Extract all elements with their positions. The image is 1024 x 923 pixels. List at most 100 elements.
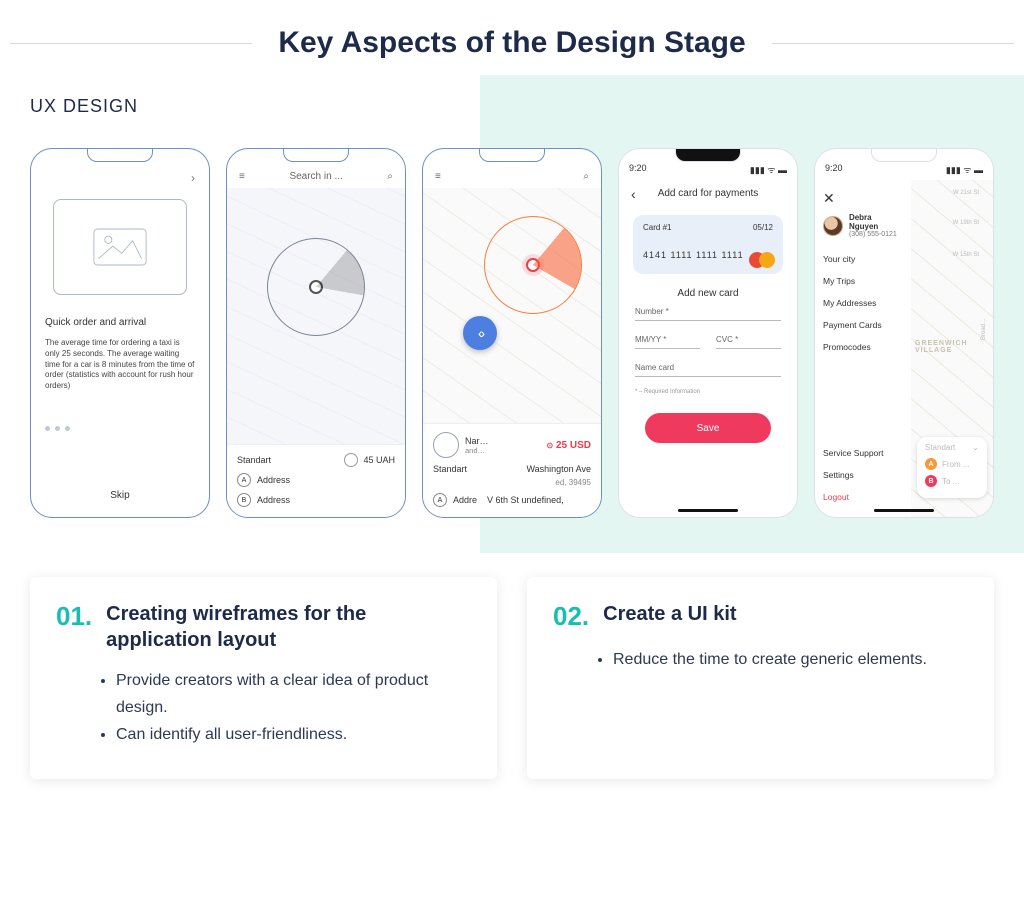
- key-aspects-list: 01. Creating wireframes for the applicat…: [0, 533, 1024, 779]
- marker-a-icon: A: [237, 473, 251, 487]
- menu-my-trips[interactable]: My Trips: [823, 276, 903, 286]
- ride-tier: Standart: [925, 443, 955, 452]
- map-area[interactable]: W 21st St W 19th St W 15th St Broad… GRE…: [911, 180, 993, 518]
- pin-icon: [309, 280, 323, 294]
- aspect-title: Create a UI kit: [603, 601, 736, 627]
- image-placeholder: [53, 199, 187, 295]
- saved-card[interactable]: Card #1 05/12 4141 1111 1111 1111: [633, 215, 783, 274]
- required-hint: * – Required Information: [635, 389, 781, 395]
- phone-notch: [675, 148, 741, 162]
- card-mmyy-input[interactable]: MM/YY *: [635, 333, 700, 349]
- aspect-number: 02.: [553, 601, 589, 632]
- ride-type-card: Standart 45 UAH A Address B Address: [227, 444, 405, 517]
- driver-name: Nar…: [465, 436, 489, 446]
- pager-dots[interactable]: [45, 426, 195, 431]
- screen-title: Add card for payments: [658, 188, 759, 199]
- chevron-down-icon[interactable]: ⌄: [972, 443, 979, 452]
- menu-logout[interactable]: Logout: [823, 492, 903, 502]
- search-icon[interactable]: ⌕: [583, 171, 589, 182]
- marker-b-icon: B: [925, 475, 937, 487]
- card-name: Card #1: [643, 223, 671, 232]
- menu-support[interactable]: Service Support: [823, 448, 903, 458]
- back-icon[interactable]: ‹: [631, 186, 636, 202]
- map-area[interactable]: [423, 188, 601, 423]
- map-area[interactable]: [227, 188, 405, 444]
- mountain-icon: [93, 228, 147, 266]
- car-icon: [344, 453, 358, 467]
- menu-settings[interactable]: Settings: [823, 470, 903, 480]
- title-rule-right: [772, 43, 1014, 44]
- user-profile[interactable]: Debra Nguyen (308) 555-0121: [823, 213, 903, 238]
- screen-title-bar: ‹ Add card for payments: [619, 180, 797, 209]
- aspect-number: 01.: [56, 601, 92, 632]
- add-new-card-heading: Add new card: [619, 288, 797, 299]
- phone-onboarding-wireframe: › Quick order and arrival The average ti…: [30, 148, 210, 518]
- phone-map-wireframe: ≡ Search in ... ⌕ Standart 45 UAH: [226, 148, 406, 518]
- dropoff-address: Address: [257, 495, 290, 505]
- phone-map-colored: ≡ ⌕ Nar… and…: [422, 148, 602, 518]
- ride-tier-label: Standart: [237, 455, 271, 465]
- pickup-address-row[interactable]: A Addre V 6th St undefined,: [433, 493, 591, 507]
- street-label: W 21st St: [953, 190, 979, 196]
- title-rule-left: [10, 43, 252, 44]
- card-number-input[interactable]: Number *: [635, 305, 781, 321]
- address-line-2: ed, 39495: [433, 478, 591, 487]
- card-name-input[interactable]: Name card: [635, 361, 781, 377]
- save-button[interactable]: Save: [645, 413, 771, 443]
- driver-subtitle: and…: [465, 446, 489, 455]
- card-expiry: 05/12: [753, 223, 773, 232]
- menu-promocodes[interactable]: Promocodes: [823, 342, 903, 352]
- clock: 9:20: [825, 163, 843, 176]
- comparison-slider-handle[interactable]: ‹ ›: [463, 316, 497, 350]
- street-label: W 19th St: [953, 220, 979, 226]
- user-phone: (308) 555-0121: [849, 231, 903, 238]
- home-indicator: [678, 509, 738, 512]
- menu-icon[interactable]: ≡: [239, 171, 245, 182]
- search-icon[interactable]: ⌕: [387, 171, 393, 182]
- radar-circle: [484, 216, 582, 314]
- menu-icon[interactable]: ≡: [435, 171, 441, 182]
- user-avatar-icon: [823, 216, 843, 236]
- driver-avatar-icon: [433, 432, 459, 458]
- pickup-address: Address: [257, 475, 290, 485]
- phone-profile-ui: 9:20 ▮▮▮ ᯤ ▬ ✕ Debra Nguyen (308) 555-01…: [814, 148, 994, 518]
- ride-price: 45 UAH: [363, 455, 395, 465]
- phone-add-card-ui: 9:20 ▮▮▮ ᯤ ▬ ‹ Add card for payments Car…: [618, 148, 798, 518]
- mastercard-icon: [749, 252, 775, 268]
- district-label: GREENWICH VILLAGE: [915, 340, 993, 354]
- dropoff-address-row[interactable]: B Address: [237, 493, 395, 507]
- aspect-card-2: 02. Create a UI kit Reduce the time to c…: [527, 577, 994, 779]
- aspect-bullet: Reduce the time to create generic elemen…: [613, 646, 968, 673]
- address-line-1: Washington Ave: [526, 464, 591, 474]
- radar-circle: [267, 238, 365, 336]
- menu-payment-cards[interactable]: Payment Cards: [823, 320, 903, 330]
- search-placeholder: Search in ...: [253, 171, 380, 182]
- user-name: Debra Nguyen: [849, 213, 903, 231]
- phone-notch: [871, 148, 937, 162]
- ride-price-usd: ⊙ 25 USD: [547, 440, 592, 451]
- street-label: W 15th St: [953, 252, 979, 258]
- aspect-title: Creating wireframes for the application …: [106, 601, 471, 653]
- card-cvc-input[interactable]: CVC *: [716, 333, 781, 349]
- next-chevron-icon[interactable]: ›: [191, 171, 195, 185]
- status-icons: ▮▮▮ ᯤ ▬: [750, 163, 787, 176]
- from-label: From ...: [942, 460, 970, 469]
- ux-design-label: UX DESIGN: [30, 96, 138, 117]
- onboarding-heading: Quick order and arrival: [45, 317, 195, 328]
- aspect-bullet: Provide creators with a clear idea of pr…: [116, 667, 471, 721]
- pin-icon: [526, 258, 540, 272]
- onboarding-body: The average time for ordering a taxi is …: [45, 338, 195, 392]
- phone-notch: [87, 148, 153, 162]
- home-indicator: [874, 509, 934, 512]
- menu-your-city[interactable]: Your city: [823, 254, 903, 264]
- page-title: Key Aspects of the Design Stage: [278, 26, 745, 60]
- screens-strip: › Quick order and arrival The average ti…: [0, 133, 1024, 533]
- close-icon[interactable]: ✕: [823, 190, 903, 207]
- pickup-address-row[interactable]: A Address: [237, 473, 395, 487]
- phone-notch: [479, 148, 545, 162]
- clock: 9:20: [629, 163, 647, 176]
- aspect-bullet: Can identify all user-friendliness.: [116, 721, 471, 748]
- skip-button[interactable]: Skip: [31, 490, 209, 501]
- ride-destination-card[interactable]: Standart ⌄ A From ... B To ...: [917, 437, 987, 498]
- menu-my-addresses[interactable]: My Addresses: [823, 298, 903, 308]
